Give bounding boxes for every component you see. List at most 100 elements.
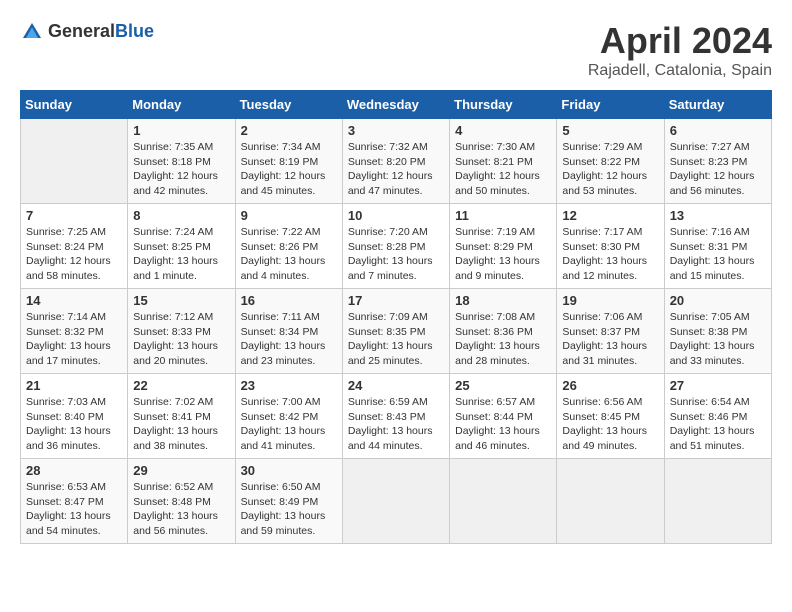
location-title: Rajadell, Catalonia, Spain xyxy=(588,62,772,80)
day-number: 22 xyxy=(133,378,229,393)
day-cell: 27 Sunrise: 6:54 AM Sunset: 8:46 PM Dayli… xyxy=(664,374,771,459)
day-number: 17 xyxy=(348,293,444,308)
day-cell xyxy=(21,119,128,204)
day-cell: 3 Sunrise: 7:32 AM Sunset: 8:20 PM Daylig… xyxy=(342,119,449,204)
week-row-2: 7Sunrise: 7:25 AM Sunset: 8:24 PM Daylig… xyxy=(21,204,772,289)
weekday-header-wednesday: Wednesday xyxy=(342,91,449,119)
day-info: Sunrise: 7:30 AM Sunset: 8:21 PM Dayligh… xyxy=(455,140,551,199)
day-number: 14 xyxy=(26,293,122,308)
day-number: 13 xyxy=(670,208,766,223)
day-number: 19 xyxy=(562,293,658,308)
calendar-table: SundayMondayTuesdayWednesdayThursdayFrid… xyxy=(20,90,772,544)
week-row-4: 21Sunrise: 7:03 AM Sunset: 8:40 PM Dayli… xyxy=(21,374,772,459)
day-cell: 25 Sunrise: 6:57 AM Sunset: 8:44 PM Dayli… xyxy=(450,374,557,459)
day-cell: 16 Sunrise: 7:11 AM Sunset: 8:34 PM Dayli… xyxy=(235,289,342,374)
day-info: Sunrise: 7:16 AM Sunset: 8:31 PM Dayligh… xyxy=(670,225,766,284)
day-info: Sunrise: 6:54 AM Sunset: 8:46 PM Dayligh… xyxy=(670,395,766,454)
weekday-header-row: SundayMondayTuesdayWednesdayThursdayFrid… xyxy=(21,91,772,119)
day-cell xyxy=(450,459,557,544)
day-number: 9 xyxy=(241,208,337,223)
day-number: 16 xyxy=(241,293,337,308)
day-number: 18 xyxy=(455,293,551,308)
day-number: 12 xyxy=(562,208,658,223)
day-info: Sunrise: 7:29 AM Sunset: 8:22 PM Dayligh… xyxy=(562,140,658,199)
day-number: 10 xyxy=(348,208,444,223)
day-info: Sunrise: 6:53 AM Sunset: 8:47 PM Dayligh… xyxy=(26,480,122,539)
day-cell: 7Sunrise: 7:25 AM Sunset: 8:24 PM Daylig… xyxy=(21,204,128,289)
day-info: Sunrise: 7:11 AM Sunset: 8:34 PM Dayligh… xyxy=(241,310,337,369)
day-info: Sunrise: 6:57 AM Sunset: 8:44 PM Dayligh… xyxy=(455,395,551,454)
month-title: April 2024 xyxy=(588,20,772,62)
day-info: Sunrise: 7:34 AM Sunset: 8:19 PM Dayligh… xyxy=(241,140,337,199)
day-info: Sunrise: 7:12 AM Sunset: 8:33 PM Dayligh… xyxy=(133,310,229,369)
day-number: 7 xyxy=(26,208,122,223)
day-number: 3 xyxy=(348,123,444,138)
logo-general: General xyxy=(48,21,115,41)
day-cell: 6 Sunrise: 7:27 AM Sunset: 8:23 PM Daylig… xyxy=(664,119,771,204)
day-cell: 21Sunrise: 7:03 AM Sunset: 8:40 PM Dayli… xyxy=(21,374,128,459)
day-cell: 9 Sunrise: 7:22 AM Sunset: 8:26 PM Daylig… xyxy=(235,204,342,289)
day-info: Sunrise: 7:09 AM Sunset: 8:35 PM Dayligh… xyxy=(348,310,444,369)
weekday-header-saturday: Saturday xyxy=(664,91,771,119)
day-number: 21 xyxy=(26,378,122,393)
weekday-header-friday: Friday xyxy=(557,91,664,119)
title-block: April 2024 Rajadell, Catalonia, Spain xyxy=(588,20,772,80)
week-row-5: 28Sunrise: 6:53 AM Sunset: 8:47 PM Dayli… xyxy=(21,459,772,544)
day-cell: 14 Sunrise: 7:14 AM Sunset: 8:32 PM Dayli… xyxy=(21,289,128,374)
day-info: Sunrise: 7:22 AM Sunset: 8:26 PM Dayligh… xyxy=(241,225,337,284)
day-cell: 8Sunrise: 7:24 AM Sunset: 8:25 PM Daylig… xyxy=(128,204,235,289)
day-info: Sunrise: 7:05 AM Sunset: 8:38 PM Dayligh… xyxy=(670,310,766,369)
day-number: 6 xyxy=(670,123,766,138)
logo-blue: Blue xyxy=(115,21,154,41)
day-cell: 24 Sunrise: 6:59 AM Sunset: 8:43 PM Dayli… xyxy=(342,374,449,459)
day-cell: 1Sunrise: 7:35 AM Sunset: 8:18 PM Daylig… xyxy=(128,119,235,204)
day-cell: 10Sunrise: 7:20 AM Sunset: 8:28 PM Dayli… xyxy=(342,204,449,289)
day-cell: 26Sunrise: 6:56 AM Sunset: 8:45 PM Dayli… xyxy=(557,374,664,459)
week-row-3: 14 Sunrise: 7:14 AM Sunset: 8:32 PM Dayli… xyxy=(21,289,772,374)
day-number: 29 xyxy=(133,463,229,478)
day-cell: 20 Sunrise: 7:05 AM Sunset: 8:38 PM Dayli… xyxy=(664,289,771,374)
day-cell: 2 Sunrise: 7:34 AM Sunset: 8:19 PM Daylig… xyxy=(235,119,342,204)
logo-icon xyxy=(20,20,44,44)
day-info: Sunrise: 7:00 AM Sunset: 8:42 PM Dayligh… xyxy=(241,395,337,454)
day-number: 4 xyxy=(455,123,551,138)
day-info: Sunrise: 7:19 AM Sunset: 8:29 PM Dayligh… xyxy=(455,225,551,284)
day-number: 25 xyxy=(455,378,551,393)
day-number: 11 xyxy=(455,208,551,223)
day-info: Sunrise: 7:14 AM Sunset: 8:32 PM Dayligh… xyxy=(26,310,122,369)
day-info: Sunrise: 6:50 AM Sunset: 8:49 PM Dayligh… xyxy=(241,480,337,539)
day-cell: 5Sunrise: 7:29 AM Sunset: 8:22 PM Daylig… xyxy=(557,119,664,204)
weekday-header-thursday: Thursday xyxy=(450,91,557,119)
day-info: Sunrise: 7:32 AM Sunset: 8:20 PM Dayligh… xyxy=(348,140,444,199)
weekday-header-monday: Monday xyxy=(128,91,235,119)
day-info: Sunrise: 7:02 AM Sunset: 8:41 PM Dayligh… xyxy=(133,395,229,454)
day-info: Sunrise: 7:17 AM Sunset: 8:30 PM Dayligh… xyxy=(562,225,658,284)
day-number: 1 xyxy=(133,123,229,138)
day-cell xyxy=(557,459,664,544)
day-info: Sunrise: 7:08 AM Sunset: 8:36 PM Dayligh… xyxy=(455,310,551,369)
day-number: 20 xyxy=(670,293,766,308)
day-number: 30 xyxy=(241,463,337,478)
day-number: 15 xyxy=(133,293,229,308)
logo: GeneralBlue xyxy=(20,20,154,44)
week-row-1: 1Sunrise: 7:35 AM Sunset: 8:18 PM Daylig… xyxy=(21,119,772,204)
day-info: Sunrise: 6:59 AM Sunset: 8:43 PM Dayligh… xyxy=(348,395,444,454)
day-info: Sunrise: 6:52 AM Sunset: 8:48 PM Dayligh… xyxy=(133,480,229,539)
day-number: 26 xyxy=(562,378,658,393)
day-cell: 23 Sunrise: 7:00 AM Sunset: 8:42 PM Dayli… xyxy=(235,374,342,459)
day-cell: 17 Sunrise: 7:09 AM Sunset: 8:35 PM Dayli… xyxy=(342,289,449,374)
day-cell: 12 Sunrise: 7:17 AM Sunset: 8:30 PM Dayli… xyxy=(557,204,664,289)
day-number: 23 xyxy=(241,378,337,393)
day-cell xyxy=(664,459,771,544)
day-cell: 11 Sunrise: 7:19 AM Sunset: 8:29 PM Dayli… xyxy=(450,204,557,289)
day-info: Sunrise: 7:06 AM Sunset: 8:37 PM Dayligh… xyxy=(562,310,658,369)
day-cell: 15 Sunrise: 7:12 AM Sunset: 8:33 PM Dayli… xyxy=(128,289,235,374)
day-number: 27 xyxy=(670,378,766,393)
page-header: GeneralBlue April 2024 Rajadell, Catalon… xyxy=(20,20,772,80)
day-cell: 28Sunrise: 6:53 AM Sunset: 8:47 PM Dayli… xyxy=(21,459,128,544)
weekday-header-tuesday: Tuesday xyxy=(235,91,342,119)
day-info: Sunrise: 7:24 AM Sunset: 8:25 PM Dayligh… xyxy=(133,225,229,284)
day-number: 2 xyxy=(241,123,337,138)
day-number: 24 xyxy=(348,378,444,393)
day-info: Sunrise: 7:27 AM Sunset: 8:23 PM Dayligh… xyxy=(670,140,766,199)
